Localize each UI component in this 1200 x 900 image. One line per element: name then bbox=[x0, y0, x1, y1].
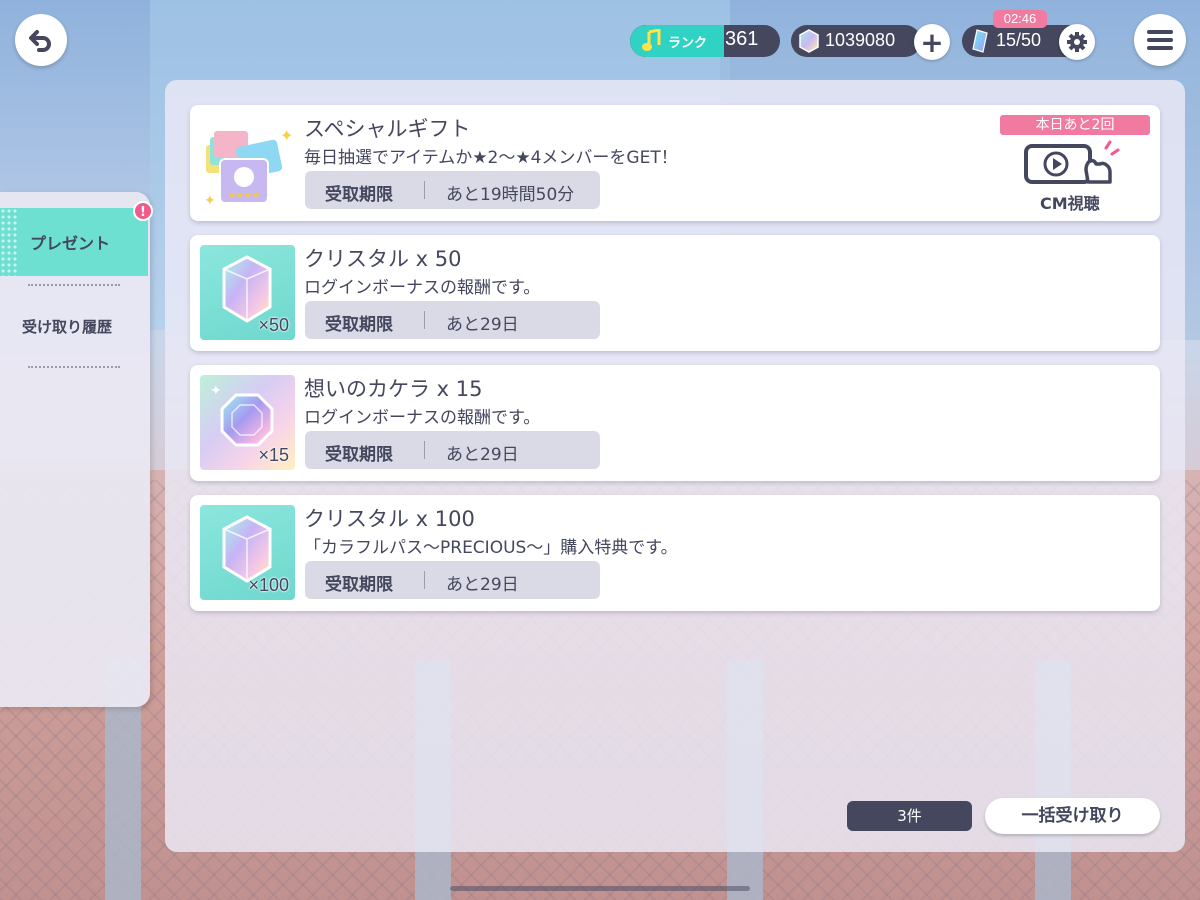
hamburger-menu-icon bbox=[1147, 30, 1173, 50]
crystal-balance: 1039080 bbox=[791, 25, 921, 57]
deadline-separator bbox=[424, 571, 425, 589]
item-title: クリスタル x 50 bbox=[304, 247, 462, 271]
rank-label-area: ランク bbox=[630, 25, 724, 57]
present-card[interactable]: ✦ ×15 想いのカケラ x 15 ログインボーナスの報酬です。 受取期限 あと… bbox=[190, 365, 1160, 481]
tab-present[interactable]: プレゼント bbox=[0, 208, 148, 276]
svg-text:✦: ✦ bbox=[280, 126, 293, 145]
remaining-today-badge: 本日あと2回 bbox=[1000, 115, 1150, 135]
crystal-icon bbox=[799, 29, 819, 53]
present-count: 3件 bbox=[847, 801, 972, 831]
energy-value: 15/50 bbox=[996, 30, 1042, 50]
video-tap-icon bbox=[1024, 140, 1120, 184]
deadline-separator bbox=[424, 441, 425, 459]
present-card[interactable]: ×100 クリスタル x 100 「カラフルパス〜PRECIOUS〜」購入特典で… bbox=[190, 495, 1160, 611]
svg-text:✦: ✦ bbox=[210, 383, 222, 399]
deadline-separator bbox=[424, 311, 425, 329]
item-description: ログインボーナスの報酬です。 bbox=[304, 278, 541, 298]
rank-label: ランク bbox=[668, 35, 708, 51]
item-thumbnail: ×100 bbox=[200, 505, 295, 600]
deadline-box: 受取期限 あと29日 bbox=[305, 301, 600, 339]
deadline-box: 受取期限 あと19時間50分 bbox=[305, 171, 600, 209]
music-note-icon bbox=[640, 29, 664, 53]
deadline-separator bbox=[424, 181, 425, 199]
back-arrow-icon bbox=[29, 30, 51, 52]
item-thumbnail: ✦ ×15 bbox=[200, 375, 295, 470]
rank-display: ランク 361 bbox=[630, 25, 780, 57]
tab-history[interactable]: 受け取り履歴 bbox=[22, 316, 112, 337]
energy-timer: 02:46 bbox=[993, 10, 1047, 28]
item-title: 想いのカケラ x 15 bbox=[304, 377, 483, 401]
gift-title: スペシャルギフト bbox=[304, 117, 471, 141]
deadline-label: 受取期限 bbox=[325, 575, 393, 595]
deadline-value: あと29日 bbox=[446, 445, 519, 465]
svg-text:★★★★: ★★★★ bbox=[228, 191, 260, 201]
deadline-value: あと29日 bbox=[446, 315, 519, 335]
crystal-value: 1039080 bbox=[825, 30, 896, 50]
deadline-box: 受取期限 あと29日 bbox=[305, 431, 600, 469]
deadline-value: あと29日 bbox=[446, 575, 519, 595]
home-indicator[interactable] bbox=[450, 886, 750, 891]
deadline-label: 受取期限 bbox=[325, 185, 393, 205]
watch-cm-label: CM視聴 bbox=[1040, 194, 1100, 213]
notification-badge: ! bbox=[133, 201, 153, 221]
claim-all-button[interactable]: 一括受け取り bbox=[985, 798, 1160, 834]
item-quantity: ×100 bbox=[248, 575, 289, 595]
item-quantity: ×15 bbox=[258, 445, 289, 465]
tab-present-label: プレゼント bbox=[30, 234, 111, 253]
item-thumbnail: ×50 bbox=[200, 245, 295, 340]
item-title: クリスタル x 100 bbox=[304, 507, 475, 531]
tab-divider bbox=[28, 366, 120, 368]
deadline-value: あと19時間50分 bbox=[446, 185, 575, 205]
gift-bundle-icon: ★★★★ ✦ ✦ bbox=[204, 126, 293, 209]
deadline-box: 受取期限 あと29日 bbox=[305, 561, 600, 599]
item-quantity: ×50 bbox=[258, 315, 289, 335]
item-description: 「カラフルパス〜PRECIOUS〜」購入特典です。 bbox=[304, 538, 678, 558]
settings-button[interactable] bbox=[1059, 24, 1095, 60]
deadline-label: 受取期限 bbox=[325, 315, 393, 335]
gift-description: 毎日抽選でアイテムか★2〜★4メンバーをGET！ bbox=[304, 148, 678, 168]
svg-text:✦: ✦ bbox=[204, 193, 216, 209]
gear-icon bbox=[1067, 32, 1087, 52]
tab-divider bbox=[28, 284, 120, 286]
present-card[interactable]: ×50 クリスタル x 50 ログインボーナスの報酬です。 受取期限 あと29日 bbox=[190, 235, 1160, 351]
item-description: ログインボーナスの報酬です。 bbox=[304, 408, 541, 428]
rank-value: 361 bbox=[725, 28, 759, 50]
energy-ticket-icon bbox=[972, 29, 988, 53]
add-crystal-button[interactable]: + bbox=[914, 24, 950, 60]
back-button[interactable] bbox=[15, 14, 67, 66]
deadline-label: 受取期限 bbox=[325, 445, 393, 465]
menu-button[interactable] bbox=[1134, 14, 1186, 66]
